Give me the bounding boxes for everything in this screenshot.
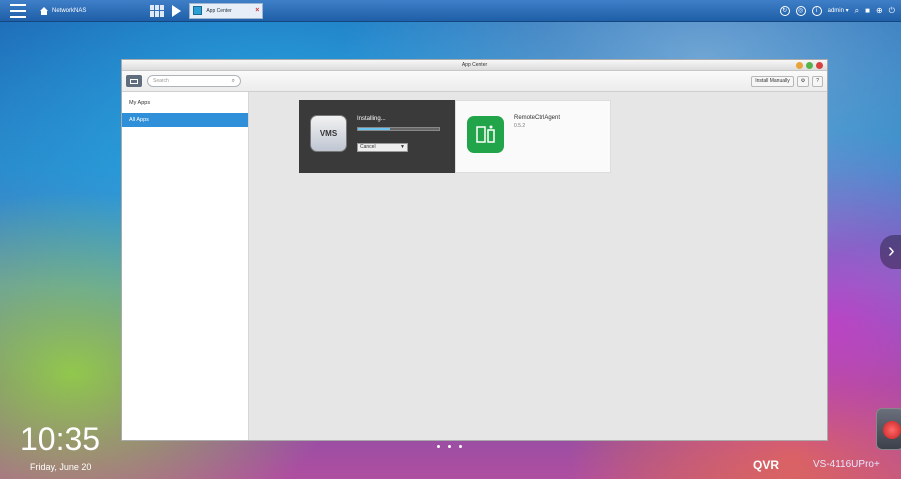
app-name: RemoteCtrlAgent <box>514 115 561 121</box>
toolbar-actions: Install Manually ⚙ ? <box>751 75 823 87</box>
app-center-window: App Center Search ⌕ Install Manually ⚙ ?… <box>121 59 828 441</box>
toolbar: Search ⌕ Install Manually ⚙ ? <box>122 71 827 92</box>
cancel-label: Cancel <box>360 144 376 150</box>
user-menu[interactable]: admin ▾ <box>828 7 849 14</box>
phone-remote-icon <box>475 125 495 143</box>
sidebar: My Apps All Apps <box>122 92 249 440</box>
user-label: admin <box>827 8 844 14</box>
home-button[interactable]: NetworkNAS <box>40 6 87 15</box>
sidebar-item-all-apps[interactable]: All Apps <box>122 113 248 127</box>
info-icon[interactable]: i <box>811 5 822 16</box>
install-status: Installing... <box>357 116 386 122</box>
minimize-button[interactable] <box>796 62 803 69</box>
window-controls <box>796 62 823 69</box>
app-card-installing[interactable]: VMS Installing... Cancel ▼ <box>299 100 455 173</box>
apps-grid-icon[interactable] <box>150 4 165 17</box>
close-button[interactable] <box>816 62 823 69</box>
page-dot[interactable] <box>448 445 451 448</box>
page-dot[interactable] <box>437 445 440 448</box>
page-dot[interactable] <box>459 445 462 448</box>
play-icon[interactable] <box>172 4 182 17</box>
install-progress-bar <box>357 127 440 131</box>
taskbar-right: ↻ ◎ i admin ▾ ⌕ ■ ⊕ ⏻ <box>779 5 895 16</box>
menu-icon[interactable] <box>10 3 26 18</box>
dashboard-widget[interactable] <box>876 408 901 450</box>
taskbar: NetworkNAS App Center × ↻ ◎ i admin ▾ ⌕ … <box>0 0 901 22</box>
close-icon[interactable]: × <box>255 7 259 14</box>
window-body: My Apps All Apps VMS Installing... Cance… <box>122 92 827 440</box>
power-icon[interactable]: ⏻ <box>889 6 895 16</box>
search-placeholder: Search <box>153 78 169 84</box>
tab-app-center[interactable]: App Center × <box>189 2 264 19</box>
tab-label: App Center <box>206 7 232 14</box>
vms-app-icon: VMS <box>310 115 347 152</box>
window-titlebar[interactable]: App Center <box>122 60 827 71</box>
maximize-button[interactable] <box>806 62 813 69</box>
search-icon[interactable]: ⌕ <box>855 6 859 16</box>
remote-ctrl-agent-icon <box>467 116 504 153</box>
chevron-down-icon: ▼ <box>400 144 405 150</box>
home-icon <box>40 6 48 15</box>
help-button[interactable]: ? <box>812 75 823 87</box>
progress-fill <box>358 128 391 130</box>
app-card[interactable]: RemoteCtrlAgent 0.5.2 <box>455 100 611 173</box>
search-input[interactable]: Search ⌕ <box>147 75 241 87</box>
activity-icon[interactable]: ◎ <box>795 5 806 16</box>
page-indicator[interactable] <box>437 445 462 448</box>
desktop-clock: 10:35 <box>20 421 101 457</box>
search-icon: ⌕ <box>231 77 235 84</box>
network-icon[interactable]: ⊕ <box>876 6 883 15</box>
cancel-dropdown[interactable]: Cancel ▼ <box>357 143 408 152</box>
install-manually-button[interactable]: Install Manually <box>751 75 794 87</box>
sidebar-toggle-button[interactable] <box>126 75 142 87</box>
home-label: NetworkNAS <box>52 7 87 14</box>
app-icon-label: VMS <box>319 129 338 138</box>
app-list: VMS Installing... Cancel ▼ RemoteCtrlAge… <box>249 92 827 440</box>
window-title: App Center <box>461 62 488 68</box>
desktop-date: Friday, June 20 <box>30 462 92 472</box>
gauge-icon <box>883 421 901 439</box>
app-center-icon <box>193 6 203 15</box>
brand-logo: QVR <box>753 458 780 472</box>
sidebar-item-my-apps[interactable]: My Apps <box>122 96 248 110</box>
chevron-right-icon[interactable]: › <box>880 235 901 269</box>
app-version: 0.5.2 <box>514 123 526 129</box>
settings-button[interactable]: ⚙ <box>796 75 810 87</box>
notification-icon[interactable]: ■ <box>865 6 870 15</box>
refresh-icon[interactable]: ↻ <box>779 5 790 16</box>
device-model: VS-4116UPro+ <box>813 459 880 470</box>
